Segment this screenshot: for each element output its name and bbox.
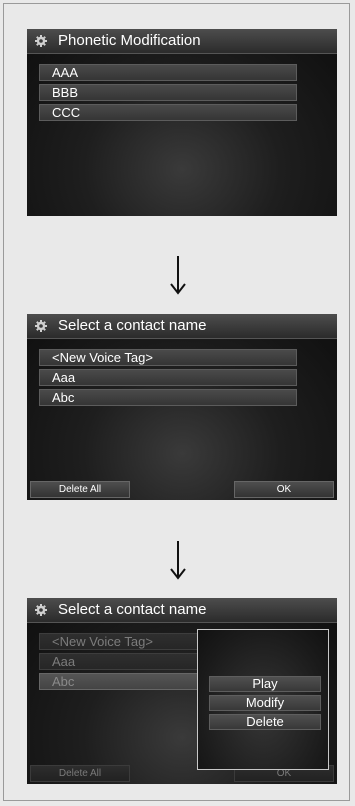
delete-button[interactable]: Delete (209, 714, 321, 730)
list-item-bbb[interactable]: BBB (39, 84, 297, 101)
page-title: Select a contact name (58, 317, 207, 334)
arrow-down-icon (170, 541, 186, 580)
ok-button[interactable]: OK (234, 481, 334, 498)
page-title: Phonetic Modification (58, 32, 201, 49)
delete-all-button: Delete All (30, 765, 130, 782)
select-contact-screen: Select a contact name <New Voice Tag> Aa… (27, 314, 337, 500)
list-item-ccc[interactable]: CCC (39, 104, 297, 121)
list-item-abc[interactable]: Abc (39, 389, 297, 406)
list-item-aaa[interactable]: AAA (39, 64, 297, 81)
list-item-new-voice-tag[interactable]: <New Voice Tag> (39, 349, 297, 366)
gear-icon (35, 604, 47, 616)
gear-icon (35, 35, 47, 47)
arrow-down-icon (170, 256, 186, 295)
delete-all-button[interactable]: Delete All (30, 481, 130, 498)
gear-icon (35, 320, 47, 332)
modify-button[interactable]: Modify (209, 695, 321, 711)
list-item-aaa[interactable]: Aaa (39, 369, 297, 386)
title-bar: Select a contact name (27, 598, 337, 623)
select-contact-popup-screen: Select a contact name <New Voice Tag> Aa… (27, 598, 337, 784)
phonetic-modification-screen: Phonetic Modification AAA BBB CCC (27, 29, 337, 216)
play-button[interactable]: Play (209, 676, 321, 692)
options-popup: Play Modify Delete (197, 629, 329, 770)
page-title: Select a contact name (58, 601, 207, 618)
title-bar: Phonetic Modification (27, 29, 337, 54)
title-bar: Select a contact name (27, 314, 337, 339)
